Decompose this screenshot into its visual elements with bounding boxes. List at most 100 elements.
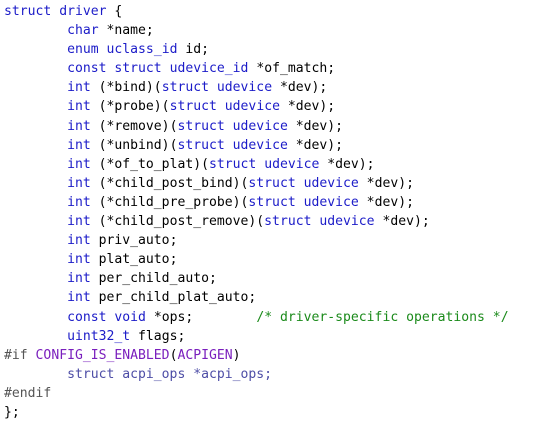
code-line: int (*child_post_bind)(struct udevice *d… <box>4 174 509 193</box>
code-text: *dev); <box>287 118 344 134</box>
code-text: (*child_pre_probe)( <box>90 194 249 210</box>
code-text: plat_auto; <box>90 252 178 268</box>
keyword: struct <box>248 194 296 210</box>
keyword: struct <box>248 175 296 191</box>
code-text: *ops; <box>145 309 257 325</box>
code-line: int (*of_to_plat)(struct udevice *dev); <box>4 155 509 174</box>
code-line: #endif <box>4 384 509 403</box>
keyword: int <box>67 290 91 306</box>
code-line: const struct udevice_id *of_match; <box>4 59 509 78</box>
code-text: (*bind)( <box>90 80 162 96</box>
code-line: int (*unbind)(struct udevice *dev); <box>4 136 509 155</box>
keyword: enum <box>67 42 99 58</box>
type-name: uint32_t <box>67 328 131 344</box>
keyword: struct <box>4 4 52 19</box>
code-line: enum uclass_id id; <box>4 40 509 59</box>
keyword: struct <box>114 61 162 77</box>
keyword: int <box>67 156 91 172</box>
code-text: (*probe)( <box>90 99 170 115</box>
code-text: flags; <box>130 328 186 344</box>
code-line: int (*probe)(struct udevice *dev); <box>4 97 509 116</box>
code-line: int (*bind)(struct udevice *dev); <box>4 78 509 97</box>
code-text: { <box>106 4 123 19</box>
type-name: udevice <box>232 118 288 134</box>
keyword: struct <box>161 80 209 96</box>
type-name: driver <box>59 4 107 19</box>
code-text: (*child_post_remove)( <box>90 214 265 230</box>
code-line: int (*child_post_remove)(struct udevice … <box>4 212 509 231</box>
type-name: uclass_id <box>106 42 178 58</box>
keyword: int <box>67 175 91 191</box>
keyword: int <box>67 137 91 153</box>
code-text: *dev); <box>358 194 414 210</box>
code-line: int (*remove)(struct udevice *dev); <box>4 117 509 136</box>
code-line: char *name; <box>4 21 509 40</box>
keyword: int <box>67 194 91 210</box>
code-line: struct acpi_ops *acpi_ops; <box>4 365 509 384</box>
preprocessor-directive: #endif <box>4 385 52 401</box>
code-text: *of_match; <box>248 61 336 77</box>
type-name: udevice <box>224 99 280 115</box>
keyword: int <box>67 80 91 96</box>
code-line: int plat_auto; <box>4 250 509 269</box>
type-name: udevice <box>232 137 288 153</box>
macro-name: CONFIG_IS_ENABLED <box>35 347 170 363</box>
code-line: #if CONFIG_IS_ENABLED(ACPIGEN) <box>4 346 509 365</box>
type-name: udevice <box>303 175 359 191</box>
preprocessor-directive: #if <box>4 347 28 363</box>
keyword: struct <box>177 118 225 134</box>
code-line: struct driver { <box>4 2 509 21</box>
code-text: (*of_to_plat)( <box>90 156 209 172</box>
code-text: *dev); <box>358 175 414 191</box>
type-name: udevice <box>264 156 320 172</box>
code-line: int per_child_plat_auto; <box>4 288 509 307</box>
keyword: int <box>67 214 91 230</box>
type-name: udevice <box>319 214 375 230</box>
keyword: struct <box>264 214 312 230</box>
code-line: int per_child_auto; <box>4 269 509 288</box>
code-text: id; <box>177 42 210 58</box>
code-line: int priv_auto; <box>4 231 509 250</box>
code-text: *dev); <box>287 137 344 153</box>
keyword: struct <box>169 99 217 115</box>
type-name: udevice <box>216 80 273 96</box>
code-text: (*unbind)( <box>90 137 178 153</box>
keyword: struct <box>177 137 225 153</box>
code-line: int (*child_pre_probe)(struct udevice *d… <box>4 193 509 212</box>
code-block: struct driver { char *name; enum uclass_… <box>4 2 509 422</box>
code-line: }; <box>4 403 509 422</box>
keyword: int <box>67 118 91 134</box>
macro-name: ACPIGEN <box>177 347 233 363</box>
keyword: int <box>67 271 91 287</box>
type-name: udevice_id <box>169 61 249 77</box>
code-line: uint32_t flags; <box>4 327 509 346</box>
keyword: int <box>67 99 91 115</box>
comment: /* driver-specific operations */ <box>256 309 509 325</box>
keyword: struct <box>208 156 257 172</box>
code-text: priv_auto; <box>90 233 178 249</box>
code-text: (*remove)( <box>90 118 178 134</box>
code-text: *dev); <box>279 99 336 115</box>
